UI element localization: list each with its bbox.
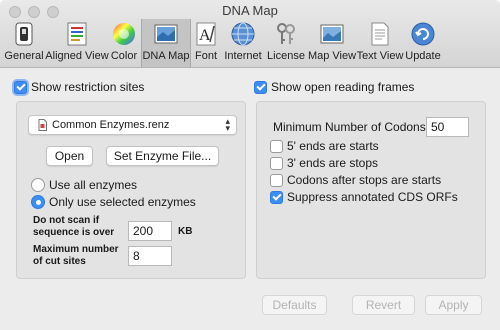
min-codons-field[interactable]: 50 xyxy=(426,117,469,137)
keys-icon xyxy=(273,21,299,47)
no-scan-label-line1: Do not scan if xyxy=(33,215,100,226)
min-codons-label: Minimum Number of Codons: xyxy=(273,120,430,134)
suppress-cds-orfs-checkbox[interactable]: Suppress annotated CDS ORFs xyxy=(270,190,458,204)
max-cut-label-line2: of cut sites xyxy=(33,256,86,267)
show-restriction-sites-checkbox[interactable]: Show restriction sites xyxy=(14,80,144,94)
map-view-icon xyxy=(319,21,345,47)
general-switch-icon xyxy=(11,21,37,47)
defaults-button[interactable]: Defaults xyxy=(262,295,327,315)
toolbar-label: Text View xyxy=(356,50,404,62)
toolbar-label: Color xyxy=(110,50,138,62)
toolbar-item-text-view[interactable]: Text View xyxy=(356,19,404,67)
aligned-view-icon xyxy=(64,21,90,47)
enzyme-file-popup[interactable]: Common Enzymes.renz ▴ ▾ xyxy=(28,115,237,135)
max-cut-sites-field[interactable]: 8 xyxy=(128,246,172,266)
no-scan-label-line2: sequence is over xyxy=(33,227,115,238)
title-bar: DNA Map General Aligned View Color DNA M… xyxy=(0,0,500,68)
toolbar-label: Font xyxy=(194,50,217,62)
toolbar-item-aligned-view[interactable]: Aligned View xyxy=(45,19,109,67)
apply-button[interactable]: Apply xyxy=(425,295,482,315)
globe-icon xyxy=(230,21,256,47)
updown-arrows-icon: ▴ ▾ xyxy=(225,116,230,133)
checkbox-label: 3' ends are stops xyxy=(287,156,379,170)
max-cut-label-line1: Maximum number xyxy=(33,244,119,255)
toolbar-item-font[interactable]: A Font xyxy=(193,19,219,67)
checkbox-label: Show restriction sites xyxy=(31,80,145,94)
preferences-window: DNA Map General Aligned View Color DNA M… xyxy=(0,0,500,330)
toolbar-item-color[interactable]: Color xyxy=(109,19,139,67)
toolbar-label: License xyxy=(267,50,305,62)
toolbar-item-dna-map[interactable]: DNA Map xyxy=(141,19,191,67)
use-selected-enzymes-radio[interactable]: Only use selected enzymes xyxy=(31,195,196,209)
dna-map-icon xyxy=(153,21,179,47)
show-open-reading-frames-checkbox[interactable]: Show open reading frames xyxy=(254,80,414,94)
enzyme-file-value: Common Enzymes.renz xyxy=(52,119,170,131)
checkbox-label: Show open reading frames xyxy=(271,80,415,94)
radio-label: Use all enzymes xyxy=(49,178,138,192)
update-icon xyxy=(410,21,436,47)
checkbox-label: 5' ends are starts xyxy=(287,139,379,153)
three-prime-stops-checkbox[interactable]: 3' ends are stops xyxy=(270,156,378,170)
window-title: DNA Map xyxy=(222,3,278,18)
checkbox-box xyxy=(254,80,267,94)
enzyme-file-icon xyxy=(38,119,47,131)
checkbox-box xyxy=(270,173,283,187)
toolbar-item-license[interactable]: License xyxy=(266,19,306,67)
no-scan-size-field[interactable]: 200 xyxy=(128,221,172,241)
toolbar-label: Aligned View xyxy=(45,50,109,62)
radio-label: Only use selected enzymes xyxy=(49,195,196,209)
toolbar-label: DNA Map xyxy=(142,50,190,62)
revert-button[interactable]: Revert xyxy=(352,295,415,315)
svg-text:A: A xyxy=(199,27,211,44)
text-view-icon xyxy=(367,21,393,47)
checkbox-label: Codons after stops are starts xyxy=(287,173,442,187)
toolbar-label: Internet xyxy=(224,50,262,62)
checkbox-label: Suppress annotated CDS ORFs xyxy=(287,190,458,204)
toolbar-item-map-view[interactable]: Map View xyxy=(307,19,357,67)
use-all-enzymes-radio[interactable]: Use all enzymes xyxy=(31,178,137,192)
five-prime-starts-checkbox[interactable]: 5' ends are starts xyxy=(270,139,379,153)
checkbox-box xyxy=(270,139,283,153)
color-wheel-icon xyxy=(111,21,137,47)
checkbox-box xyxy=(14,80,27,94)
checkbox-box xyxy=(270,156,283,170)
radio-dot xyxy=(31,195,45,209)
font-icon: A xyxy=(193,21,219,47)
codons-after-stops-checkbox[interactable]: Codons after stops are starts xyxy=(270,173,441,187)
toolbar-item-general[interactable]: General xyxy=(4,19,44,67)
toolbar-label: Map View xyxy=(307,50,357,62)
set-enzyme-file-button[interactable]: Set Enzyme File... xyxy=(106,146,219,166)
no-scan-unit-label: KB xyxy=(178,226,193,237)
toolbar-item-update[interactable]: Update xyxy=(403,19,443,67)
radio-dot xyxy=(31,178,45,192)
toolbar-label: General xyxy=(4,50,44,62)
checkbox-box xyxy=(270,190,283,204)
toolbar-item-internet[interactable]: Internet xyxy=(221,19,265,67)
open-button[interactable]: Open xyxy=(46,146,93,166)
toolbar-label: Update xyxy=(405,50,441,62)
